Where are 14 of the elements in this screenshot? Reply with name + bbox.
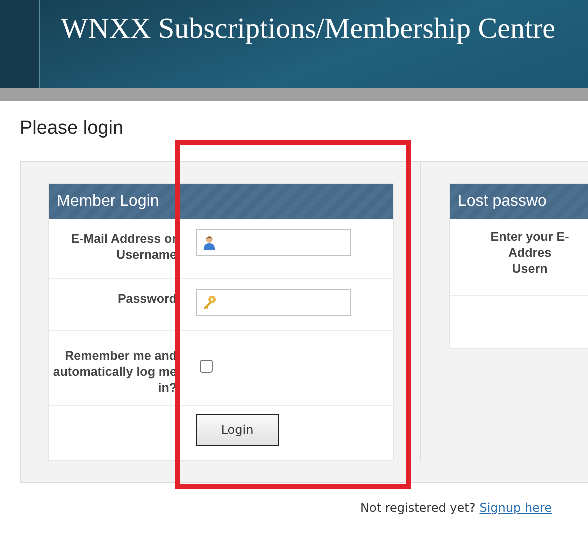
field-label: Password bbox=[116, 291, 177, 308]
login-button[interactable]: Login bbox=[196, 414, 279, 446]
site-title: WNXX Subscriptions/Membership Centre bbox=[61, 13, 556, 47]
signup-prompt: Not registered yet? bbox=[360, 501, 476, 515]
signup-link[interactable]: Signup here bbox=[480, 501, 552, 515]
remember-checkbox[interactable] bbox=[200, 360, 213, 373]
card-title: Member Login bbox=[57, 192, 160, 210]
card-title: Lost passwo bbox=[458, 192, 547, 210]
input-field[interactable] bbox=[196, 289, 351, 316]
user-icon bbox=[202, 235, 217, 250]
input-field[interactable] bbox=[196, 229, 351, 256]
field-label: Enter your E- Addres Usern bbox=[490, 229, 570, 277]
key-icon bbox=[202, 295, 217, 310]
page-title: Please login bbox=[20, 118, 125, 141]
